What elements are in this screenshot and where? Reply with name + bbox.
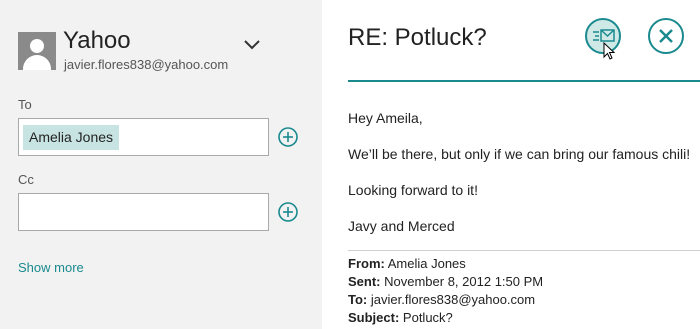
- quoted-subject-label: Subject:: [348, 310, 400, 325]
- close-icon: [659, 29, 673, 43]
- message-subject[interactable]: RE: Potluck?: [348, 24, 487, 52]
- mouse-cursor-icon: [603, 42, 615, 60]
- quoted-sent: Sent: November 8, 2012 1:50 PM: [348, 274, 543, 289]
- quoted-from-value: Amelia Jones: [387, 256, 466, 271]
- show-more-link[interactable]: Show more: [18, 260, 84, 275]
- compose-sidebar: Yahoo javier.flores838@yahoo.com To Amel…: [0, 0, 322, 329]
- close-button[interactable]: [648, 18, 684, 54]
- add-to-recipient-plus-icon[interactable]: [278, 127, 298, 147]
- cc-label: Cc: [18, 172, 34, 187]
- to-label: To: [18, 97, 32, 112]
- quoted-to: To: javier.flores838@yahoo.com: [348, 292, 535, 307]
- quote-divider: [348, 250, 700, 251]
- body-paragraph[interactable]: Looking forward to it!: [348, 182, 478, 198]
- message-pane: RE: Potluck? Hey Ameila, We’ll be there,…: [322, 0, 700, 329]
- chevron-down-icon[interactable]: [243, 38, 261, 50]
- quoted-to-label: To:: [348, 292, 368, 307]
- body-greeting[interactable]: Hey Ameila,: [348, 110, 423, 126]
- body-paragraph[interactable]: We’ll be there, but only if we can bring…: [348, 146, 690, 162]
- account-name: Yahoo: [63, 27, 131, 54]
- cc-field[interactable]: [18, 193, 269, 231]
- account-email: javier.flores838@yahoo.com: [64, 57, 229, 72]
- quoted-from-label: From:: [348, 256, 385, 271]
- quoted-to-value: javier.flores838@yahoo.com: [370, 292, 536, 307]
- quoted-subject: Subject: Potluck?: [348, 310, 453, 325]
- recipient-chip[interactable]: Amelia Jones: [23, 125, 120, 150]
- quoted-sent-value: November 8, 2012 1:50 PM: [384, 274, 544, 289]
- header-divider: [348, 80, 700, 82]
- quoted-subject-value: Potluck?: [402, 310, 453, 325]
- avatar: [18, 32, 56, 70]
- body-signature[interactable]: Javy and Merced: [348, 218, 455, 234]
- quoted-from: From: Amelia Jones: [348, 256, 466, 271]
- add-cc-recipient-plus-icon[interactable]: [278, 202, 298, 222]
- avatar-body-shape: [23, 55, 51, 70]
- avatar-head-shape: [30, 39, 44, 53]
- quoted-sent-label: Sent:: [348, 274, 381, 289]
- to-field[interactable]: Amelia Jones: [18, 118, 269, 156]
